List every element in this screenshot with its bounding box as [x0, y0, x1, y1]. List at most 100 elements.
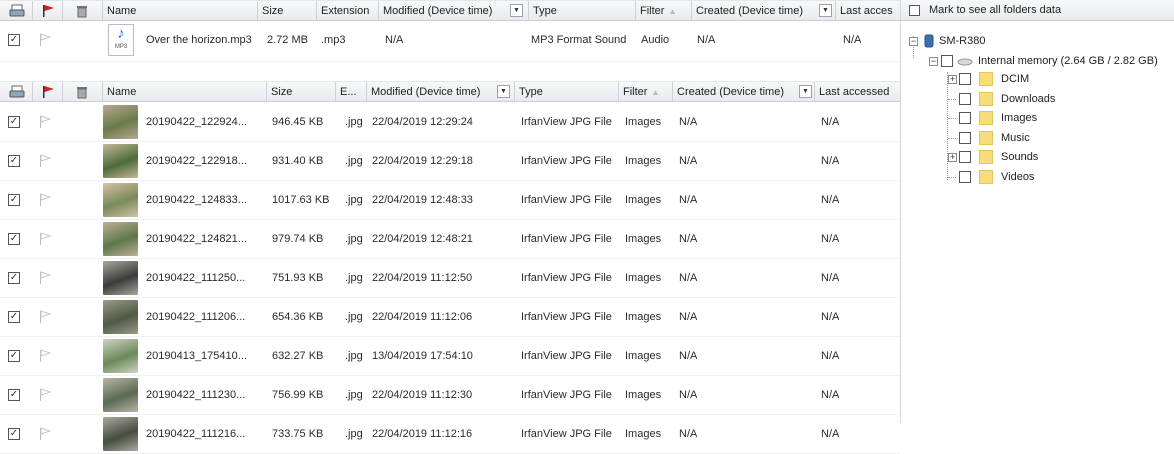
- chevron-down-icon[interactable]: ▼: [510, 4, 523, 17]
- col-last[interactable]: Last acces: [836, 1, 900, 21]
- folder-checkbox[interactable]: [959, 112, 971, 124]
- folder-checkbox[interactable]: [959, 92, 971, 105]
- memory-checkbox[interactable]: [941, 55, 953, 67]
- col-printer[interactable]: [0, 82, 33, 102]
- mp3-icon-label: MP3: [114, 44, 128, 50]
- sort-asc-icon: ▲: [668, 7, 677, 16]
- col-flag[interactable]: [33, 1, 63, 21]
- col-last-label: Last acces: [840, 5, 893, 17]
- flag-outline-icon[interactable]: [38, 388, 52, 402]
- tree-folder[interactable]: Downloads: [907, 90, 1167, 108]
- col-extension[interactable]: E...: [336, 82, 367, 102]
- folder-checkbox[interactable]: [959, 151, 971, 163]
- mark-all-label: Mark to see all folders data: [929, 4, 1062, 16]
- folder-icon: [979, 130, 993, 145]
- table-row[interactable]: ✓ 20190422_111230... 756.99 KB .jpg 22/04/20…: [0, 376, 900, 415]
- col-extension[interactable]: Extension: [317, 1, 379, 21]
- row-checkbox[interactable]: ✓: [8, 389, 20, 401]
- tree-folder[interactable]: + DCIM: [907, 70, 1167, 88]
- table-row[interactable]: ✓ 20190422_111216... 733.75 KB .jpg 22/04/20…: [0, 415, 900, 454]
- collapse-icon[interactable]: −: [929, 57, 938, 66]
- file-modified: 22/04/2019 11:12:06: [372, 311, 473, 323]
- folder-checkbox[interactable]: [959, 73, 971, 85]
- table-row[interactable]: ✓ 20190422_124821... 979.74 KB .jpg 22/04/20…: [0, 220, 900, 259]
- tree-internal-memory[interactable]: − Internal memory (2.64 GB / 2.82 GB): [907, 52, 1174, 70]
- flag-outline-icon[interactable]: [38, 427, 52, 441]
- chevron-down-icon[interactable]: ▼: [497, 85, 510, 98]
- flag-outline-icon[interactable]: [38, 310, 52, 324]
- col-name[interactable]: Name: [103, 1, 258, 21]
- memory-label: Internal memory (2.64 GB / 2.82 GB): [978, 55, 1158, 67]
- col-size[interactable]: Size: [267, 82, 336, 102]
- col-filter[interactable]: Filter ▲: [619, 82, 673, 102]
- tree-folder[interactable]: Music: [907, 129, 1167, 147]
- file-filter: Images: [625, 389, 662, 401]
- row-checkbox[interactable]: ✓: [8, 350, 20, 362]
- chevron-down-icon[interactable]: ▼: [819, 4, 832, 17]
- file-last-accessed: N/A: [821, 389, 840, 401]
- collapse-icon[interactable]: −: [909, 37, 918, 46]
- table-row[interactable]: ✓ 20190422_124833... 1017.63 KB .jpg 22/04/2…: [0, 181, 900, 220]
- table-row[interactable]: ✓ ♪ MP3 Over the horizon.mp3 2.72 MB .mp3…: [0, 21, 900, 62]
- mp3-file-icon: ♪ MP3: [108, 24, 134, 56]
- file-name: Over the horizon.mp3: [146, 34, 252, 46]
- col-delete[interactable]: [63, 82, 103, 102]
- file-created: N/A: [679, 350, 698, 362]
- col-modified[interactable]: Modified (Device time) ▼: [367, 82, 515, 102]
- folder-checkbox[interactable]: [959, 131, 971, 144]
- table-row[interactable]: ✓ 20190413_175410... 632.27 KB .jpg 13/04/20…: [0, 337, 900, 376]
- col-size[interactable]: Size: [258, 1, 317, 21]
- col-created[interactable]: Created (Device time) ▼: [692, 1, 836, 21]
- table-row[interactable]: ✓ 20190422_122924... 946.45 KB .jpg 22/04/20…: [0, 103, 900, 142]
- flag-outline-icon[interactable]: [38, 33, 52, 47]
- col-modified[interactable]: Modified (Device time) ▼: [379, 1, 529, 21]
- file-size: 931.40 KB: [272, 155, 324, 167]
- expand-icon[interactable]: +: [948, 75, 957, 84]
- row-checkbox[interactable]: ✓: [8, 272, 20, 284]
- col-last[interactable]: Last accessed: [815, 82, 900, 102]
- row-checkbox[interactable]: ✓: [8, 116, 20, 128]
- mark-all-folders[interactable]: Mark to see all folders data: [901, 0, 1174, 21]
- image-thumbnail: [103, 105, 138, 139]
- file-created: N/A: [679, 194, 698, 206]
- col-flag[interactable]: [33, 82, 63, 102]
- flag-outline-icon[interactable]: [38, 193, 52, 207]
- row-checkbox[interactable]: ✓: [8, 428, 20, 440]
- table-row[interactable]: ✓ 20190422_111250... 751.93 KB .jpg 22/04/20…: [0, 259, 900, 298]
- flag-outline-icon[interactable]: [38, 271, 52, 285]
- folder-icon: [979, 150, 993, 164]
- file-type: IrfanView JPG File: [521, 194, 612, 206]
- row-checkbox[interactable]: ✓: [8, 233, 20, 245]
- tree-folder[interactable]: Videos: [907, 168, 1167, 186]
- table-row[interactable]: ✓ 20190422_111206... 654.36 KB .jpg 22/04/20…: [0, 298, 900, 337]
- file-filter: Images: [625, 233, 662, 245]
- flag-outline-icon[interactable]: [38, 154, 52, 168]
- tree-connector: [948, 118, 956, 119]
- image-thumbnail: [103, 300, 138, 334]
- tree-device[interactable]: − SM-R380: [907, 32, 1167, 50]
- col-printer[interactable]: [0, 1, 33, 21]
- tree-folder[interactable]: Images: [907, 109, 1167, 127]
- row-checkbox[interactable]: ✓: [8, 155, 20, 167]
- tree-folder[interactable]: + Sounds: [907, 148, 1167, 166]
- folder-icon: [979, 72, 993, 86]
- row-checkbox[interactable]: ✓: [8, 34, 20, 46]
- flag-outline-icon[interactable]: [38, 115, 52, 129]
- folder-label: Sounds: [1001, 151, 1039, 163]
- col-delete[interactable]: [63, 1, 103, 21]
- folder-checkbox[interactable]: [959, 170, 971, 183]
- expand-icon[interactable]: +: [948, 153, 957, 162]
- col-type[interactable]: Type: [515, 82, 619, 102]
- mark-all-checkbox[interactable]: [909, 5, 920, 16]
- row-checkbox[interactable]: ✓: [8, 311, 20, 323]
- col-created[interactable]: Created (Device time) ▼: [673, 82, 815, 102]
- col-name[interactable]: Name: [103, 82, 267, 102]
- row-checkbox[interactable]: ✓: [8, 194, 20, 206]
- col-type[interactable]: Type: [529, 1, 636, 21]
- col-filter[interactable]: Filter ▲: [636, 1, 692, 21]
- file-name: 20190422_124833...: [146, 194, 247, 206]
- flag-outline-icon[interactable]: [38, 232, 52, 246]
- table-row[interactable]: ✓ 20190422_122918... 931.40 KB .jpg 22/04/20…: [0, 142, 900, 181]
- flag-outline-icon[interactable]: [38, 349, 52, 363]
- chevron-down-icon[interactable]: ▼: [799, 85, 812, 98]
